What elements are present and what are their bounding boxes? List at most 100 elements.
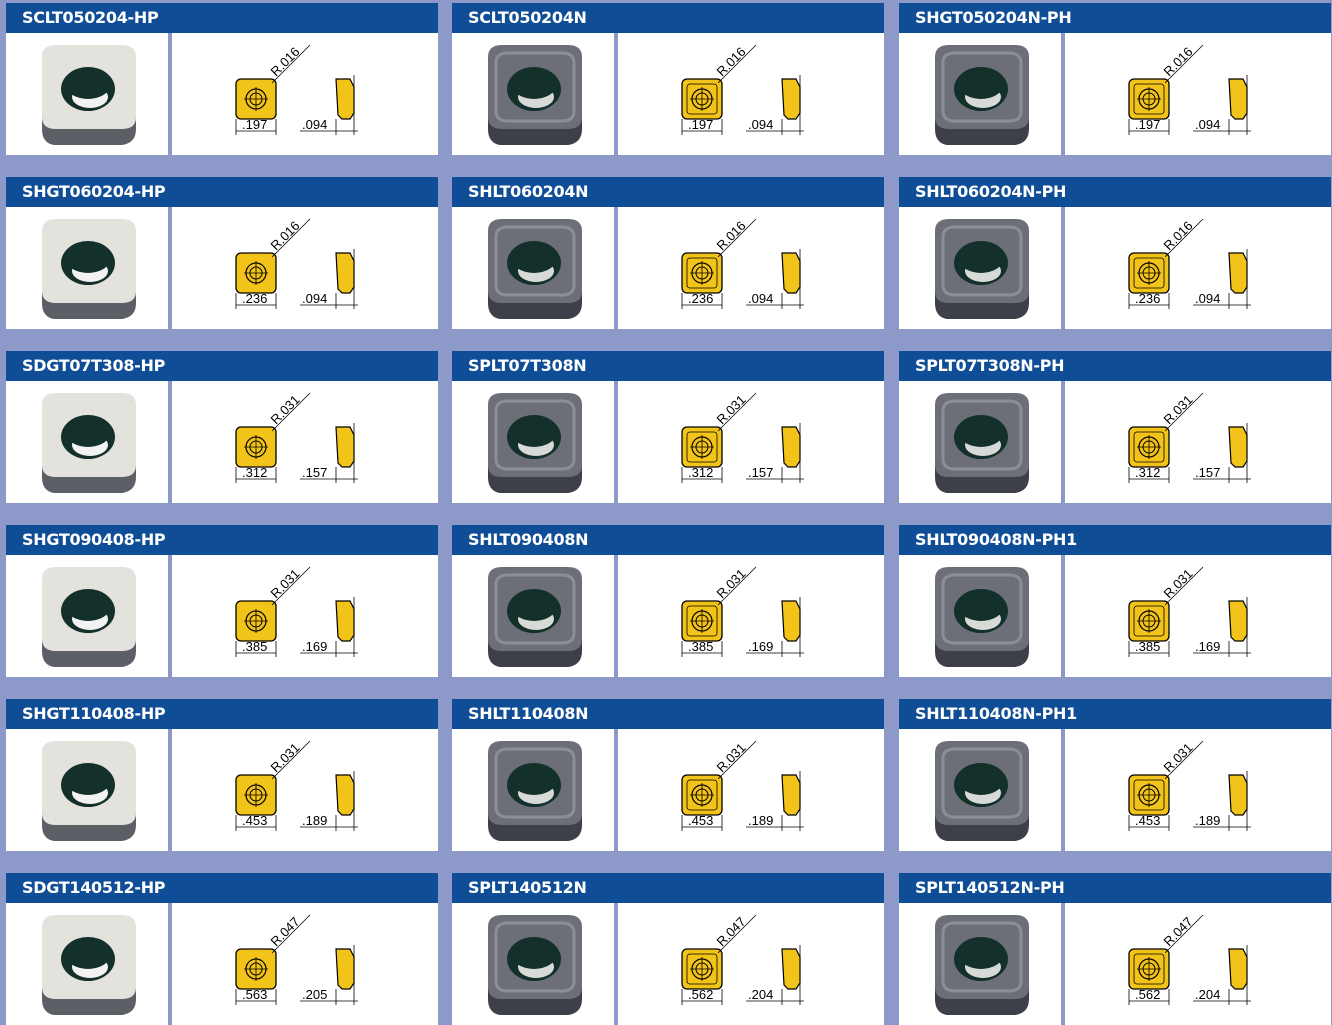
insert-technical-drawing: R.031 .312 .157: [235, 392, 358, 483]
insert-card: SHGT050204N-PH R.016 .197 .094: [899, 3, 1331, 155]
insert-card: SPLT07T308N R.031 .312 .157: [452, 351, 884, 503]
thickness-label: .204: [748, 987, 773, 1002]
side-view-profile: [781, 600, 801, 642]
coated-insert-photo: [935, 741, 1029, 841]
corner-radius-label: R.031: [714, 740, 749, 775]
thickness-label: .169: [302, 639, 327, 654]
insert-technical-drawing: R.031 .453 .189: [681, 740, 804, 831]
coated-insert-photo: [935, 393, 1029, 493]
coated-insert-photo: [488, 393, 582, 493]
inscribed-size-label: .197: [1135, 117, 1160, 132]
insert-photo-cell: [6, 381, 168, 503]
side-view-profile: [335, 78, 355, 120]
inscribed-size-label: .236: [1135, 291, 1160, 306]
insert-drawing-cell: R.031 .312 .157: [172, 381, 438, 503]
insert-drawing-cell: R.047 .562 .204: [1065, 903, 1331, 1025]
thickness-label: .205: [302, 987, 327, 1002]
side-view-profile: [1228, 774, 1248, 816]
insert-drawing-cell: R.031 .453 .189: [1065, 729, 1331, 851]
inscribed-size-label: .453: [1135, 813, 1160, 828]
inscribed-size-label: .236: [688, 291, 713, 306]
insert-drawing-cell: R.016 .236 .094: [618, 207, 884, 329]
coated-insert-photo: [488, 219, 582, 319]
coated-insert-photo: [935, 45, 1029, 145]
insert-drawing-cell: R.031 .453 .189: [172, 729, 438, 851]
insert-photo-cell: [452, 207, 614, 329]
thickness-label: .189: [748, 813, 773, 828]
insert-code-header: SDGT140512-HP: [6, 873, 438, 903]
insert-photo-cell: [452, 381, 614, 503]
insert-code-header: SHLT110408N-PH1: [899, 699, 1331, 729]
inscribed-size-label: .563: [242, 987, 267, 1002]
insert-photo-cell: [6, 207, 168, 329]
thickness-label: .094: [1195, 117, 1220, 132]
insert-card: SPLT07T308N-PH R.031 .312 .157: [899, 351, 1331, 503]
side-view-profile: [781, 426, 801, 468]
uncoated-insert-photo: [42, 567, 136, 667]
inscribed-size-label: .562: [1135, 987, 1160, 1002]
coated-insert-photo: [935, 219, 1029, 319]
insert-drawing-cell: R.016 .197 .094: [172, 33, 438, 155]
insert-drawing-cell: R.031 .312 .157: [1065, 381, 1331, 503]
insert-technical-drawing: R.047 .563 .205: [235, 914, 358, 1005]
insert-card: SPLT140512N-PH R.047 .562 .204: [899, 873, 1331, 1025]
insert-technical-drawing: R.031 .385 .169: [681, 566, 804, 657]
insert-drawing-cell: R.031 .312 .157: [618, 381, 884, 503]
insert-code-header: SPLT140512N-PH: [899, 873, 1331, 903]
thickness-label: .157: [748, 465, 773, 480]
coated-insert-photo: [488, 741, 582, 841]
insert-drawing-cell: R.016 .236 .094: [1065, 207, 1331, 329]
corner-radius-label: R.016: [1161, 218, 1196, 253]
insert-drawing-cell: R.016 .197 .094: [618, 33, 884, 155]
thickness-label: .189: [1195, 813, 1220, 828]
inscribed-size-label: .197: [688, 117, 713, 132]
coated-insert-photo: [488, 45, 582, 145]
thickness-label: .157: [1195, 465, 1220, 480]
insert-code-header: SPLT07T308N-PH: [899, 351, 1331, 381]
side-view-profile: [781, 252, 801, 294]
insert-card: SHLT060204N R.016 .236 .094: [452, 177, 884, 329]
insert-technical-drawing: R.031 .453 .189: [1128, 740, 1251, 831]
insert-drawing-cell: R.047 .563 .205: [172, 903, 438, 1025]
side-view-profile: [335, 426, 355, 468]
insert-code-header: SHGT060204-HP: [6, 177, 438, 207]
insert-photo-cell: [899, 33, 1061, 155]
thickness-label: .094: [302, 117, 327, 132]
insert-card: SDGT140512-HP R.047 .563 .205: [6, 873, 438, 1025]
side-view-profile: [781, 78, 801, 120]
uncoated-insert-photo: [42, 741, 136, 841]
corner-radius-label: R.016: [268, 218, 303, 253]
insert-technical-drawing: R.016 .236 .094: [1128, 218, 1251, 309]
insert-card: SCLT050204N R.016 .197 .094: [452, 3, 884, 155]
inscribed-size-label: .312: [1135, 465, 1160, 480]
thickness-label: .094: [748, 291, 773, 306]
insert-code-header: SPLT07T308N: [452, 351, 884, 381]
insert-photo-cell: [899, 381, 1061, 503]
insert-card: SDGT07T308-HP R.031 .312 .157: [6, 351, 438, 503]
insert-code-header: SPLT140512N: [452, 873, 884, 903]
insert-code-header: SHGT090408-HP: [6, 525, 438, 555]
side-view-profile: [1228, 252, 1248, 294]
insert-drawing-cell: R.031 .385 .169: [618, 555, 884, 677]
insert-code-header: SHLT090408N: [452, 525, 884, 555]
insert-code-header: SCLT050204-HP: [6, 3, 438, 33]
inscribed-size-label: .385: [1135, 639, 1160, 654]
insert-drawing-cell: R.031 .453 .189: [618, 729, 884, 851]
inscribed-size-label: .453: [688, 813, 713, 828]
thickness-label: .094: [1195, 291, 1220, 306]
insert-card: SCLT050204-HP R.016 .197 .094: [6, 3, 438, 155]
corner-radius-label: R.016: [1161, 44, 1196, 79]
corner-radius-label: R.016: [714, 44, 749, 79]
insert-photo-cell: [452, 555, 614, 677]
inscribed-size-label: .236: [242, 291, 267, 306]
inscribed-size-label: .197: [242, 117, 267, 132]
coated-insert-photo: [935, 915, 1029, 1015]
corner-radius-label: R.016: [714, 218, 749, 253]
insert-code-header: SHGT050204N-PH: [899, 3, 1331, 33]
side-view-profile: [335, 948, 355, 990]
uncoated-insert-photo: [42, 393, 136, 493]
insert-code-header: SDGT07T308-HP: [6, 351, 438, 381]
side-view-profile: [335, 600, 355, 642]
uncoated-insert-photo: [42, 915, 136, 1015]
insert-card: SHLT090408N R.031 .385 .169: [452, 525, 884, 677]
